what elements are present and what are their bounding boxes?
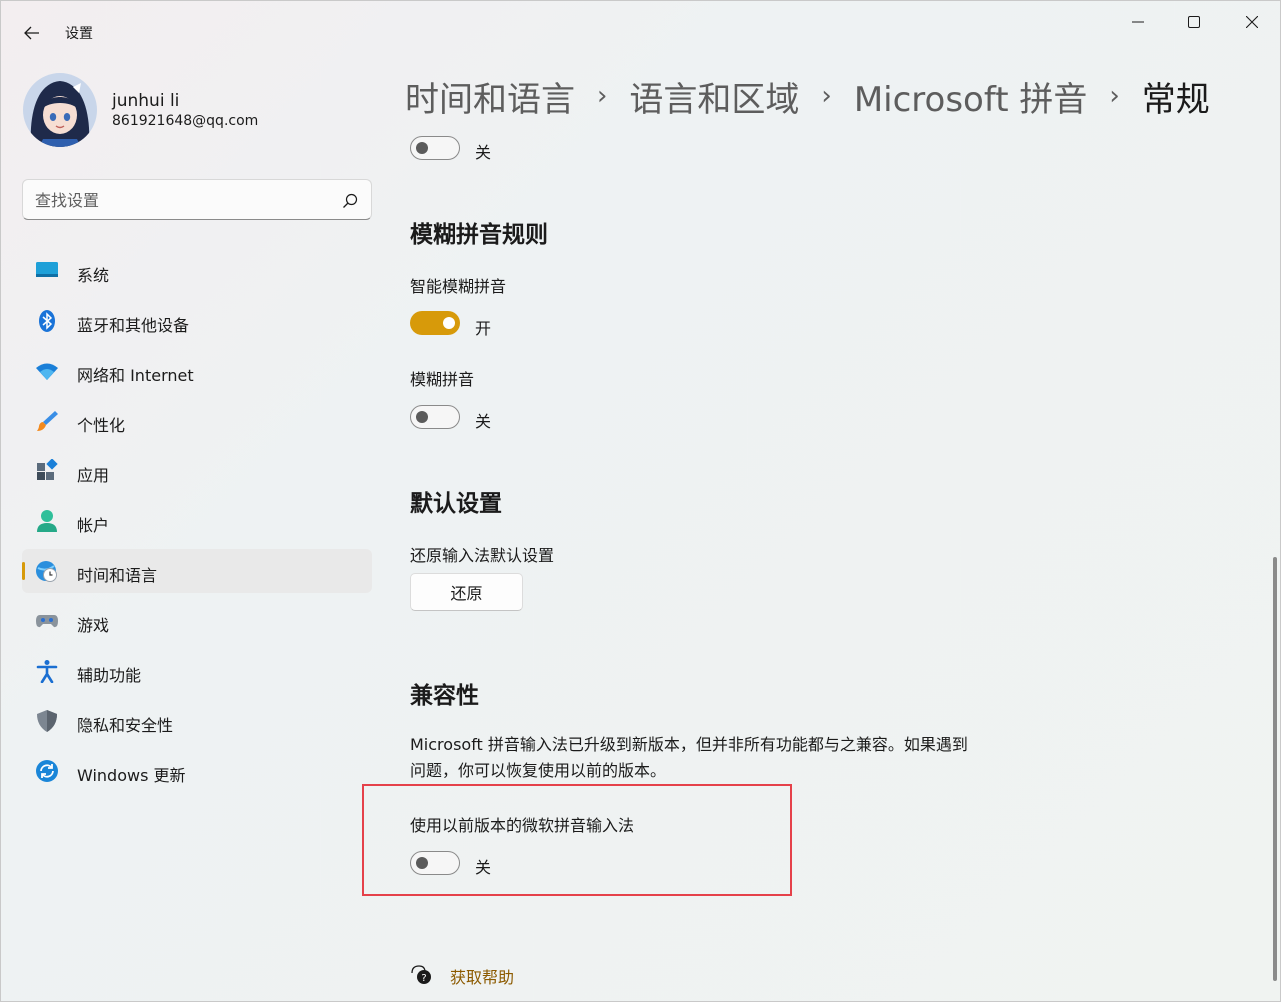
back-arrow-icon — [24, 26, 39, 40]
breadcrumb-item-time-language[interactable]: 时间和语言 — [405, 72, 575, 121]
update-icon — [36, 760, 58, 782]
breadcrumb-item-general: 常规 — [1141, 79, 1210, 120]
search-icon[interactable] — [341, 192, 359, 210]
smart-fuzzy-pinyin-state: 开 — [475, 319, 492, 338]
maximize-icon — [1188, 16, 1200, 28]
wifi-icon — [36, 363, 58, 380]
app-title: 设置 — [65, 26, 93, 42]
breadcrumb-item-language-region[interactable]: 语言和区域 — [629, 72, 799, 121]
sidebar-item-label: 游戏 — [77, 616, 110, 635]
fuzzy-pinyin-toggle[interactable] — [410, 405, 460, 429]
system-icon — [36, 262, 58, 277]
search-box[interactable] — [22, 179, 372, 220]
avatar[interactable] — [23, 73, 97, 147]
compatibility-section-title: 兼容性 — [410, 683, 479, 709]
sidebar-item-label: 系统 — [77, 266, 110, 285]
breadcrumb: 时间和语言 › 语言和区域 › Microsoft 拼音 › 常规 — [405, 71, 1210, 121]
sidebar-item-accounts[interactable]: 帐户 — [22, 499, 372, 543]
sidebar-item-label: Windows 更新 — [77, 766, 186, 785]
user-email: 861921648@qq.com — [112, 113, 259, 129]
title-bar: 设置 — [1, 1, 1281, 49]
bluetooth-icon — [39, 310, 55, 332]
apps-icon — [37, 459, 58, 480]
breadcrumb-separator-icon: › — [1109, 81, 1120, 111]
sidebar-item-windows-update[interactable]: Windows 更新 — [22, 749, 372, 793]
shield-icon — [37, 710, 57, 732]
top-setting-toggle-state: 关 — [475, 143, 492, 162]
smart-fuzzy-pinyin-label: 智能模糊拼音 — [410, 277, 507, 296]
brush-icon — [37, 411, 58, 431]
settings-window: 设置 junhui li 861921648@qq.com 查找设置 系统 蓝牙… — [0, 0, 1281, 1002]
legacy-ime-label: 使用以前版本的微软拼音输入法 — [410, 816, 635, 835]
sidebar-item-accessibility[interactable]: 辅助功能 — [22, 649, 372, 693]
fuzzy-pinyin-label: 模糊拼音 — [410, 370, 475, 389]
reset-button[interactable]: 还原 — [410, 573, 523, 611]
default-settings-section-title: 默认设置 — [410, 491, 502, 517]
time-language-icon — [36, 561, 57, 582]
sidebar-item-bluetooth[interactable]: 蓝牙和其他设备 — [22, 299, 372, 343]
fuzzy-pinyin-state: 关 — [475, 412, 492, 431]
sidebar-item-label: 蓝牙和其他设备 — [77, 316, 190, 335]
compatibility-description: Microsoft 拼音输入法已升级到新版本，但并非所有功能都与之兼容。如果遇到… — [410, 735, 968, 780]
smart-fuzzy-pinyin-toggle[interactable] — [410, 311, 460, 335]
sidebar-item-privacy[interactable]: 隐私和安全性 — [22, 699, 372, 743]
scrollbar-thumb[interactable] — [1273, 557, 1277, 981]
close-icon — [1246, 16, 1258, 28]
toggle-knob — [416, 142, 428, 154]
maximize-button[interactable] — [1171, 9, 1217, 35]
breadcrumb-separator-icon: › — [821, 81, 832, 111]
sidebar-item-network[interactable]: 网络和 Internet — [22, 349, 372, 393]
accessibility-icon — [36, 660, 58, 683]
close-button[interactable] — [1229, 9, 1275, 35]
sidebar-item-label: 网络和 Internet — [77, 366, 194, 385]
fuzzy-pinyin-section-title: 模糊拼音规则 — [410, 222, 548, 248]
sidebar-item-gaming[interactable]: 游戏 — [22, 599, 372, 643]
breadcrumb-separator-icon: › — [597, 81, 608, 111]
search-input[interactable] — [35, 188, 325, 212]
help-icon: ? — [411, 965, 431, 984]
sidebar-item-system[interactable]: 系统 — [22, 249, 372, 293]
legacy-ime-state: 关 — [475, 858, 492, 877]
sidebar-item-label: 辅助功能 — [77, 666, 142, 685]
sidebar-item-label: 帐户 — [77, 516, 110, 535]
get-help-link[interactable]: 获取帮助 — [450, 964, 514, 988]
reset-defaults-label: 还原输入法默认设置 — [410, 546, 555, 565]
svg-text:?: ? — [421, 973, 426, 984]
user-name: junhui li — [112, 91, 180, 111]
sidebar-item-label: 时间和语言 — [77, 566, 158, 585]
sidebar-item-label: 应用 — [77, 466, 110, 485]
back-button[interactable] — [17, 19, 47, 47]
breadcrumb-item-microsoft-pinyin[interactable]: Microsoft 拼音 — [854, 72, 1088, 121]
sidebar-item-apps[interactable]: 应用 — [22, 449, 372, 493]
account-icon — [37, 510, 57, 532]
highlight-box — [362, 784, 792, 896]
minimize-button[interactable] — [1115, 9, 1161, 35]
minimize-icon — [1132, 21, 1144, 23]
toggle-knob — [416, 857, 428, 869]
active-indicator — [22, 562, 25, 580]
toggle-knob — [443, 317, 455, 329]
sidebar-item-label: 个性化 — [77, 416, 126, 435]
sidebar-item-personalization[interactable]: 个性化 — [22, 399, 372, 443]
toggle-knob — [416, 411, 428, 423]
legacy-ime-toggle[interactable] — [410, 851, 460, 875]
sidebar-item-label: 隐私和安全性 — [77, 716, 174, 735]
avatar-image-icon — [23, 73, 97, 147]
gamepad-icon — [36, 615, 58, 628]
sidebar-item-time-language[interactable]: 时间和语言 — [22, 549, 372, 593]
top-setting-toggle[interactable] — [410, 136, 460, 160]
